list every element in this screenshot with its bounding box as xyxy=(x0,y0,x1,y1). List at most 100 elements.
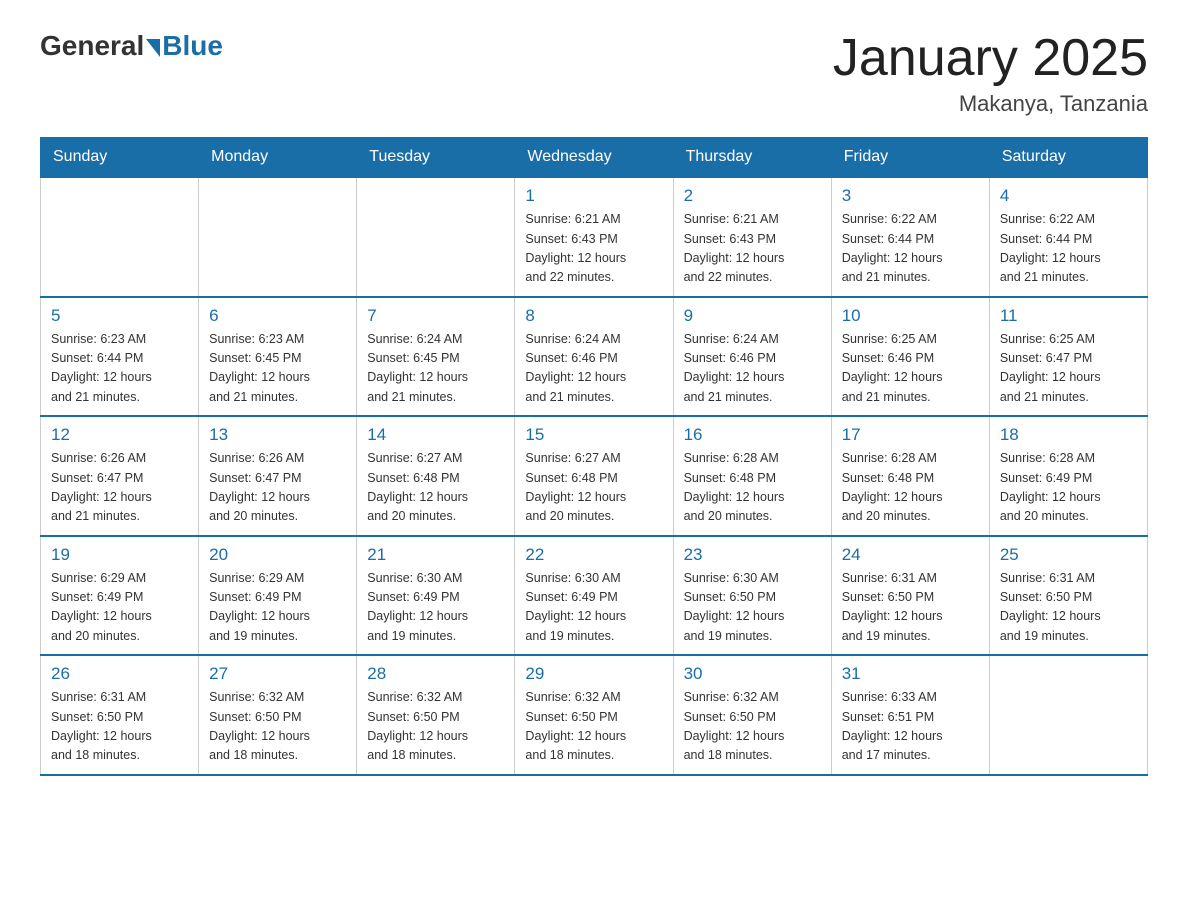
calendar-cell: 26 Sunrise: 6:31 AM Sunset: 6:50 PM Dayli… xyxy=(41,655,199,775)
calendar-week-row: 12 Sunrise: 6:26 AM Sunset: 6:47 PM Dayli… xyxy=(41,416,1148,536)
calendar-cell: 8 Sunrise: 6:24 AM Sunset: 6:46 PM Daylig… xyxy=(515,297,673,417)
day-info: Sunrise: 6:31 AM Sunset: 6:50 PM Dayligh… xyxy=(1000,569,1137,647)
calendar-cell: 2 Sunrise: 6:21 AM Sunset: 6:43 PM Daylig… xyxy=(673,177,831,297)
day-info: Sunrise: 6:28 AM Sunset: 6:48 PM Dayligh… xyxy=(684,449,821,527)
calendar-cell: 16 Sunrise: 6:28 AM Sunset: 6:48 PM Dayli… xyxy=(673,416,831,536)
day-info: Sunrise: 6:28 AM Sunset: 6:49 PM Dayligh… xyxy=(1000,449,1137,527)
calendar-cell: 19Sunrise: 6:29 AM Sunset: 6:49 PM Dayli… xyxy=(41,536,199,656)
day-info: Sunrise: 6:23 AM Sunset: 6:44 PM Dayligh… xyxy=(51,330,188,408)
calendar-cell: 31Sunrise: 6:33 AM Sunset: 6:51 PM Dayli… xyxy=(831,655,989,775)
calendar-cell: 18 Sunrise: 6:28 AM Sunset: 6:49 PM Dayli… xyxy=(989,416,1147,536)
calendar-week-row: 19Sunrise: 6:29 AM Sunset: 6:49 PM Dayli… xyxy=(41,536,1148,656)
calendar-cell: 27 Sunrise: 6:32 AM Sunset: 6:50 PM Dayli… xyxy=(199,655,357,775)
calendar-header-wednesday: Wednesday xyxy=(515,138,673,178)
day-number: 26 xyxy=(51,664,188,684)
day-info: Sunrise: 6:32 AM Sunset: 6:50 PM Dayligh… xyxy=(684,688,821,766)
calendar-cell: 9Sunrise: 6:24 AM Sunset: 6:46 PM Daylig… xyxy=(673,297,831,417)
calendar-header-saturday: Saturday xyxy=(989,138,1147,178)
calendar-header-friday: Friday xyxy=(831,138,989,178)
day-number: 30 xyxy=(684,664,821,684)
calendar-cell: 1 Sunrise: 6:21 AM Sunset: 6:43 PM Daylig… xyxy=(515,177,673,297)
day-info: Sunrise: 6:31 AM Sunset: 6:50 PM Dayligh… xyxy=(51,688,188,766)
calendar-header-row: SundayMondayTuesdayWednesdayThursdayFrid… xyxy=(41,138,1148,178)
day-info: Sunrise: 6:30 AM Sunset: 6:50 PM Dayligh… xyxy=(684,569,821,647)
calendar-week-row: 5Sunrise: 6:23 AM Sunset: 6:44 PM Daylig… xyxy=(41,297,1148,417)
day-number: 17 xyxy=(842,425,979,445)
day-number: 20 xyxy=(209,545,346,565)
calendar-cell: 12 Sunrise: 6:26 AM Sunset: 6:47 PM Dayli… xyxy=(41,416,199,536)
calendar-cell: 25 Sunrise: 6:31 AM Sunset: 6:50 PM Dayli… xyxy=(989,536,1147,656)
day-number: 15 xyxy=(525,425,662,445)
calendar-cell: 7Sunrise: 6:24 AM Sunset: 6:45 PM Daylig… xyxy=(357,297,515,417)
day-info: Sunrise: 6:21 AM Sunset: 6:43 PM Dayligh… xyxy=(525,210,662,288)
calendar-cell xyxy=(989,655,1147,775)
day-info: Sunrise: 6:31 AM Sunset: 6:50 PM Dayligh… xyxy=(842,569,979,647)
calendar-cell: 20Sunrise: 6:29 AM Sunset: 6:49 PM Dayli… xyxy=(199,536,357,656)
day-info: Sunrise: 6:29 AM Sunset: 6:49 PM Dayligh… xyxy=(51,569,188,647)
month-title: January 2025 xyxy=(833,30,1148,87)
calendar-header-tuesday: Tuesday xyxy=(357,138,515,178)
day-info: Sunrise: 6:24 AM Sunset: 6:46 PM Dayligh… xyxy=(684,330,821,408)
day-number: 28 xyxy=(367,664,504,684)
calendar-cell: 13Sunrise: 6:26 AM Sunset: 6:47 PM Dayli… xyxy=(199,416,357,536)
calendar-cell: 22 Sunrise: 6:30 AM Sunset: 6:49 PM Dayli… xyxy=(515,536,673,656)
calendar-cell xyxy=(357,177,515,297)
day-info: Sunrise: 6:26 AM Sunset: 6:47 PM Dayligh… xyxy=(51,449,188,527)
day-number: 21 xyxy=(367,545,504,565)
day-number: 16 xyxy=(684,425,821,445)
calendar-cell: 11Sunrise: 6:25 AM Sunset: 6:47 PM Dayli… xyxy=(989,297,1147,417)
calendar-cell: 21Sunrise: 6:30 AM Sunset: 6:49 PM Dayli… xyxy=(357,536,515,656)
day-info: Sunrise: 6:23 AM Sunset: 6:45 PM Dayligh… xyxy=(209,330,346,408)
calendar-cell: 4 Sunrise: 6:22 AM Sunset: 6:44 PM Daylig… xyxy=(989,177,1147,297)
calendar-cell: 5Sunrise: 6:23 AM Sunset: 6:44 PM Daylig… xyxy=(41,297,199,417)
day-info: Sunrise: 6:25 AM Sunset: 6:46 PM Dayligh… xyxy=(842,330,979,408)
calendar-week-row: 1 Sunrise: 6:21 AM Sunset: 6:43 PM Daylig… xyxy=(41,177,1148,297)
day-info: Sunrise: 6:33 AM Sunset: 6:51 PM Dayligh… xyxy=(842,688,979,766)
day-number: 13 xyxy=(209,425,346,445)
day-info: Sunrise: 6:30 AM Sunset: 6:49 PM Dayligh… xyxy=(525,569,662,647)
day-number: 2 xyxy=(684,186,821,206)
day-number: 8 xyxy=(525,306,662,326)
calendar-week-row: 26 Sunrise: 6:31 AM Sunset: 6:50 PM Dayli… xyxy=(41,655,1148,775)
calendar-cell: 23 Sunrise: 6:30 AM Sunset: 6:50 PM Dayli… xyxy=(673,536,831,656)
calendar-header-sunday: Sunday xyxy=(41,138,199,178)
day-number: 22 xyxy=(525,545,662,565)
day-number: 3 xyxy=(842,186,979,206)
day-number: 1 xyxy=(525,186,662,206)
day-number: 27 xyxy=(209,664,346,684)
day-info: Sunrise: 6:32 AM Sunset: 6:50 PM Dayligh… xyxy=(367,688,504,766)
day-info: Sunrise: 6:32 AM Sunset: 6:50 PM Dayligh… xyxy=(209,688,346,766)
calendar-header-thursday: Thursday xyxy=(673,138,831,178)
day-number: 24 xyxy=(842,545,979,565)
day-info: Sunrise: 6:22 AM Sunset: 6:44 PM Dayligh… xyxy=(1000,210,1137,288)
location-subtitle: Makanya, Tanzania xyxy=(833,91,1148,117)
logo-blue-text: Blue xyxy=(162,30,223,62)
calendar-cell: 24 Sunrise: 6:31 AM Sunset: 6:50 PM Dayli… xyxy=(831,536,989,656)
day-number: 4 xyxy=(1000,186,1137,206)
page-header: General Blue January 2025 Makanya, Tanza… xyxy=(40,30,1148,117)
day-info: Sunrise: 6:24 AM Sunset: 6:46 PM Dayligh… xyxy=(525,330,662,408)
calendar-cell: 6 Sunrise: 6:23 AM Sunset: 6:45 PM Daylig… xyxy=(199,297,357,417)
day-info: Sunrise: 6:21 AM Sunset: 6:43 PM Dayligh… xyxy=(684,210,821,288)
calendar-cell: 15 Sunrise: 6:27 AM Sunset: 6:48 PM Dayli… xyxy=(515,416,673,536)
logo: General Blue xyxy=(40,30,223,62)
calendar-cell: 29Sunrise: 6:32 AM Sunset: 6:50 PM Dayli… xyxy=(515,655,673,775)
calendar-header-monday: Monday xyxy=(199,138,357,178)
day-number: 6 xyxy=(209,306,346,326)
day-number: 23 xyxy=(684,545,821,565)
day-info: Sunrise: 6:28 AM Sunset: 6:48 PM Dayligh… xyxy=(842,449,979,527)
day-info: Sunrise: 6:27 AM Sunset: 6:48 PM Dayligh… xyxy=(367,449,504,527)
calendar-cell: 28 Sunrise: 6:32 AM Sunset: 6:50 PM Dayli… xyxy=(357,655,515,775)
day-number: 14 xyxy=(367,425,504,445)
day-number: 12 xyxy=(51,425,188,445)
day-info: Sunrise: 6:25 AM Sunset: 6:47 PM Dayligh… xyxy=(1000,330,1137,408)
logo-arrow-icon xyxy=(146,39,160,57)
calendar-cell: 30 Sunrise: 6:32 AM Sunset: 6:50 PM Dayli… xyxy=(673,655,831,775)
day-number: 10 xyxy=(842,306,979,326)
calendar-table: SundayMondayTuesdayWednesdayThursdayFrid… xyxy=(40,137,1148,776)
day-info: Sunrise: 6:22 AM Sunset: 6:44 PM Dayligh… xyxy=(842,210,979,288)
calendar-cell: 14 Sunrise: 6:27 AM Sunset: 6:48 PM Dayli… xyxy=(357,416,515,536)
day-info: Sunrise: 6:27 AM Sunset: 6:48 PM Dayligh… xyxy=(525,449,662,527)
day-number: 25 xyxy=(1000,545,1137,565)
day-number: 18 xyxy=(1000,425,1137,445)
